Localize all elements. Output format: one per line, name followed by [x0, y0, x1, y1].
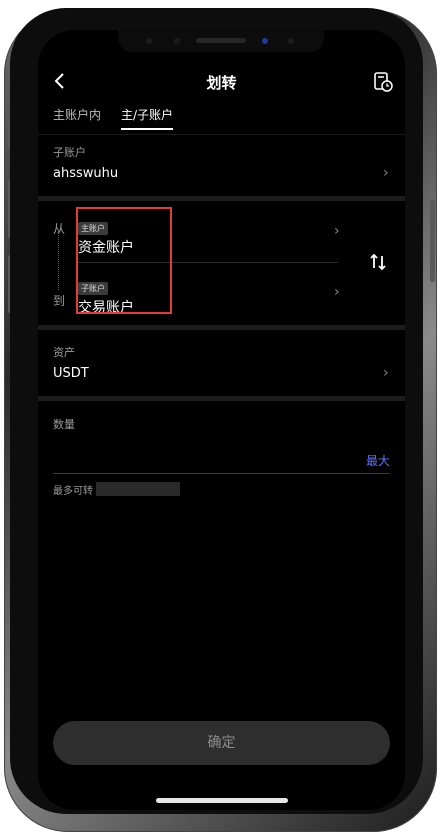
confirm-button[interactable]: 确定 [53, 721, 390, 765]
history-icon[interactable] [373, 71, 393, 93]
page-title: 划转 [206, 74, 237, 92]
tab-main-account[interactable]: 主账户内 [53, 106, 101, 123]
chevron-right-icon: › [383, 365, 389, 381]
amount-input[interactable] [53, 442, 353, 470]
subaccount-selector[interactable]: ahsswuhu › [38, 158, 405, 188]
to-label: 到 [53, 294, 66, 308]
chevron-right-icon: › [383, 165, 389, 181]
chevron-right-icon: › [334, 284, 340, 300]
section-divider [38, 325, 405, 330]
sensor-icon [288, 38, 294, 44]
divider [38, 134, 405, 135]
section-divider [38, 396, 405, 401]
from-to-connector [58, 230, 60, 290]
max-button[interactable]: 最大 [366, 452, 390, 469]
amount-label: 数量 [53, 418, 75, 431]
section-divider [38, 196, 405, 201]
highlight-box [76, 207, 172, 314]
available-label: 最多可转 [53, 486, 93, 497]
home-indicator[interactable] [156, 798, 288, 803]
tab-main-sub-account[interactable]: 主/子账户 [121, 106, 173, 123]
asset-value: USDT [53, 366, 89, 381]
speaker-grille [196, 38, 246, 43]
side-button-power [430, 200, 435, 282]
sensor-icon [146, 38, 152, 44]
notch [118, 30, 324, 52]
subaccount-value: ahsswuhu [53, 166, 119, 181]
amount-input-underline [53, 473, 390, 474]
asset-selector[interactable]: USDT › [38, 358, 405, 388]
swap-icon[interactable] [368, 252, 388, 274]
active-tab-indicator [121, 128, 173, 130]
app-screen: 划转 主账户内 主/子账户 子账户 ahsswuhu › 从 到 主账户 资金账… [38, 30, 405, 810]
camera-icon [262, 38, 268, 44]
top-bar: 划转 [38, 68, 405, 98]
sensor-icon [174, 38, 180, 44]
chevron-right-icon: › [334, 223, 340, 239]
available-amount-redacted [96, 482, 180, 496]
